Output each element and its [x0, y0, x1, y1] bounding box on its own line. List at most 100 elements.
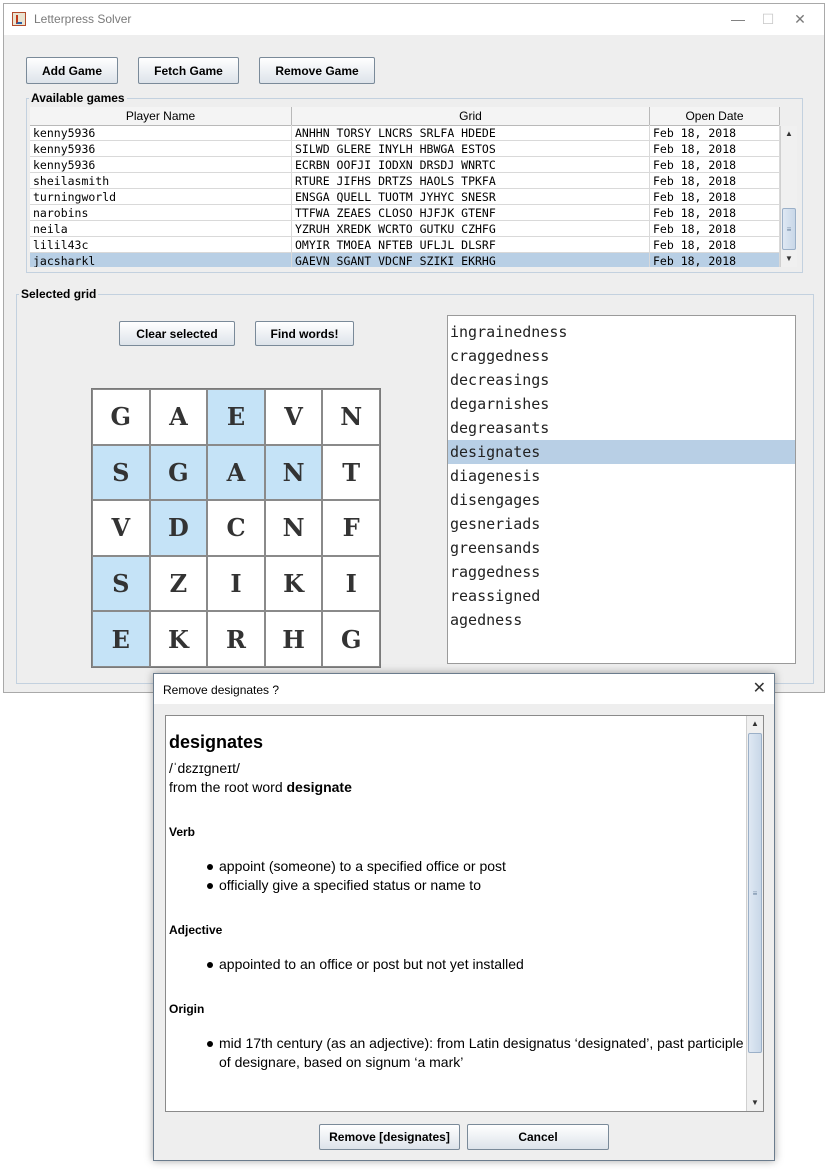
word-list-item[interactable]: craggedness [448, 344, 795, 368]
scrollbar-thumb[interactable]: ≡ [782, 208, 796, 250]
definition-item: mid 17th century (as an adjective): from… [207, 1034, 744, 1072]
letter-tile[interactable]: F [322, 500, 380, 556]
table-row[interactable]: kenny5936 ANHHN TORSY LNCRS SRLFA HDEDE Fe… [30, 125, 780, 141]
table-row[interactable]: kenny5936 SILWD GLERE INYLH HBWGA ESTOS Fe… [30, 141, 780, 157]
scroll-up-icon[interactable]: ▲ [781, 126, 797, 142]
clear-selected-button[interactable]: Clear selected [119, 321, 235, 346]
dialog-title-bar: Remove designates ? ✕ [154, 674, 774, 704]
table-row[interactable]: lilil43c OMYIR TMOEA NFTEB UFLJL DLSRF Feb… [30, 237, 780, 253]
scroll-down-icon[interactable]: ▼ [781, 251, 797, 267]
word-list-item[interactable]: disengages [448, 488, 795, 512]
root-word: designate [286, 779, 352, 795]
letter-tile[interactable]: A [207, 444, 265, 501]
letter-tile[interactable]: I [322, 555, 380, 612]
add-game-button[interactable]: Add Game [26, 57, 118, 84]
letter-tile[interactable]: V [264, 389, 323, 445]
letter-tile[interactable]: G [92, 389, 150, 445]
dialog-close-icon[interactable]: ✕ [753, 678, 766, 698]
open-date-cell: Feb 18, 2018 [650, 173, 780, 188]
remove-word-dialog: Remove designates ? ✕ designates /ˈdɛzɪɡ… [153, 673, 775, 1161]
word-list-item[interactable]: reassigned [448, 584, 795, 608]
column-header-date[interactable]: Open Date [650, 107, 780, 125]
close-icon[interactable]: ✕ [786, 10, 814, 28]
table-row[interactable]: kenny5936 ECRBN OOFJI IODXN DRSDJ WNRTC Fe… [30, 157, 780, 173]
table-row[interactable]: turningworld ENSGA QUELL TUOTM JYHYC SNES… [30, 189, 780, 205]
letter-grid: GAEVNSGANTVDCNFSZIKIEKRHG [91, 388, 381, 668]
column-header-player[interactable]: Player Name [30, 107, 292, 125]
definition-list: mid 17th century (as an adjective): from… [169, 1034, 744, 1072]
available-games-legend: Available games [31, 91, 125, 105]
player-name-cell: jacsharkl [30, 253, 292, 267]
letter-tile[interactable]: D [149, 500, 208, 556]
letter-tile[interactable]: I [207, 555, 265, 612]
window-title: Letterpress Solver [34, 12, 132, 26]
letter-tile[interactable]: A [149, 389, 208, 445]
player-name-cell: lilil43c [30, 237, 292, 252]
letter-tile[interactable]: N [322, 389, 380, 445]
cancel-button[interactable]: Cancel [467, 1124, 609, 1150]
definition-scrollbar[interactable]: ▲ ≡ ▼ [746, 716, 763, 1111]
grid-cell: RTURE JIFHS DRTZS HAOLS TPKFA [292, 173, 650, 188]
definition-item: appoint (someone) to a specified office … [207, 857, 744, 876]
app-icon [12, 12, 26, 26]
word-list-item[interactable]: raggedness [448, 560, 795, 584]
letter-tile[interactable]: G [322, 611, 380, 667]
table-row[interactable]: narobins TTFWA ZEAES CLOSO HJFJK GTENF Feb… [30, 205, 780, 221]
grid-cell: OMYIR TMOEA NFTEB UFLJL DLSRF [292, 237, 650, 252]
open-date-cell: Feb 18, 2018 [650, 189, 780, 204]
letter-tile[interactable]: C [207, 500, 265, 556]
letter-tile[interactable]: N [264, 444, 323, 501]
letter-tile[interactable]: K [149, 611, 208, 667]
remove-game-button[interactable]: Remove Game [259, 57, 375, 84]
column-header-grid[interactable]: Grid [292, 107, 650, 125]
scroll-down-icon[interactable]: ▼ [747, 1095, 763, 1111]
word-list-item[interactable]: designates [448, 440, 795, 464]
letter-tile[interactable]: N [264, 500, 323, 556]
letter-tile[interactable]: V [92, 500, 150, 556]
letter-tile[interactable]: T [322, 444, 380, 501]
part-of-speech-heading: Verb [169, 825, 196, 839]
scroll-up-icon[interactable]: ▲ [747, 716, 763, 732]
word-list-item[interactable]: decreasings [448, 368, 795, 392]
letter-tile[interactable]: S [92, 444, 150, 501]
word-list-item[interactable]: agedness [448, 608, 795, 632]
open-date-cell: Feb 18, 2018 [650, 237, 780, 252]
remove-word-button[interactable]: Remove [designates] [319, 1124, 460, 1150]
letter-tile[interactable]: E [207, 389, 265, 445]
letter-tile[interactable]: S [92, 555, 150, 612]
open-date-cell: Feb 18, 2018 [650, 141, 780, 156]
player-name-cell: kenny5936 [30, 141, 292, 156]
fetch-game-button[interactable]: Fetch Game [138, 57, 239, 84]
part-of-speech-heading: Adjective [169, 923, 223, 937]
grid-cell: SILWD GLERE INYLH HBWGA ESTOS [292, 141, 650, 156]
maximize-icon[interactable]: ☐ [754, 10, 782, 28]
letter-tile[interactable]: G [149, 444, 208, 501]
find-words-button[interactable]: Find words! [255, 321, 354, 346]
table-row[interactable]: sheilasmith RTURE JIFHS DRTZS HAOLS TPKFA… [30, 173, 780, 189]
word-list-item[interactable]: degarnishes [448, 392, 795, 416]
table-row[interactable]: jacsharkl GAEVN SGANT VDCNF SZIKI EKRHG Fe… [30, 253, 780, 267]
word-list-item[interactable]: ingrainedness [448, 320, 795, 344]
open-date-cell: Feb 18, 2018 [650, 157, 780, 172]
definition-headword: designates [169, 732, 264, 752]
letter-tile[interactable]: Z [149, 555, 208, 612]
letter-tile[interactable]: E [92, 611, 150, 667]
minimize-icon[interactable]: — [724, 10, 752, 28]
pronunciation: /ˈdɛzɪɡneɪt/ [169, 760, 240, 776]
word-list-item[interactable]: degreasants [448, 416, 795, 440]
table-row[interactable]: neila YZRUH XREDK WCRTO GUTKU CZHFG Feb 18… [30, 221, 780, 237]
letter-tile[interactable]: R [207, 611, 265, 667]
scrollbar-thumb[interactable]: ≡ [748, 733, 762, 1053]
player-name-cell: narobins [30, 205, 292, 220]
word-list-item[interactable]: diagenesis [448, 464, 795, 488]
player-name-cell: kenny5936 [30, 157, 292, 172]
word-list-item[interactable]: gesneriads [448, 512, 795, 536]
grid-cell: ANHHN TORSY LNCRS SRLFA HDEDE [292, 125, 650, 140]
letter-tile[interactable]: K [264, 555, 323, 612]
word-list-item[interactable]: greensands [448, 536, 795, 560]
grid-cell: YZRUH XREDK WCRTO GUTKU CZHFG [292, 221, 650, 236]
games-scrollbar[interactable]: ▲ ≡ ▼ [780, 126, 797, 267]
dialog-title: Remove designates ? [163, 683, 280, 697]
letter-tile[interactable]: H [264, 611, 323, 667]
open-date-cell: Feb 18, 2018 [650, 221, 780, 236]
